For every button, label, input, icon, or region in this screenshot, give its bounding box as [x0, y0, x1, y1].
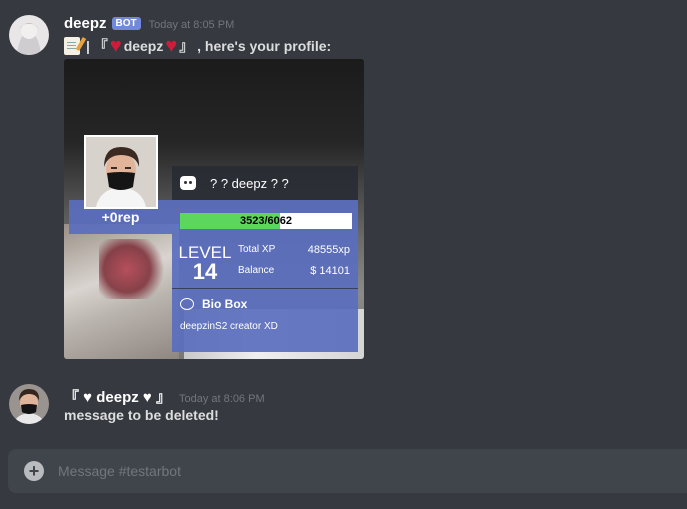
- message-1: deepz BOT Today at 8:05 PM | 『 ♥ deepz ♥…: [0, 0, 687, 370]
- author-name[interactable]: 『 ♥ deepz ♥ 』: [64, 386, 171, 407]
- author-name[interactable]: deepz: [64, 15, 107, 32]
- profile-card-image[interactable]: +0rep ? ? deepz ? ? 3523/6062 LEVEL 14 T…: [64, 59, 364, 359]
- content-prefix: | 『: [86, 38, 108, 54]
- timestamp: Today at 8:06 PM: [179, 393, 265, 405]
- message-header: deepz BOT Today at 8:05 PM: [64, 15, 234, 32]
- balance-label: Balance: [238, 265, 275, 276]
- level-number: 14: [192, 259, 218, 284]
- message-composer: +: [8, 449, 687, 493]
- bio-text: deepzinS2 creator XD: [180, 321, 278, 332]
- profile-display-name: ? ? deepz ? ?: [210, 175, 289, 191]
- total-xp-label: Total XP: [238, 244, 276, 255]
- balance-value: $ 14101: [310, 265, 350, 277]
- user-avatar[interactable]: [9, 384, 49, 424]
- stats-panel: 3523/6062 LEVEL 14 Total XP 48555xp Bala…: [172, 200, 358, 288]
- bio-title-row: Bio Box: [180, 297, 247, 311]
- bio-title: Bio Box: [202, 297, 248, 311]
- total-xp-value: 48555xp: [307, 244, 350, 256]
- add-attachment-button[interactable]: +: [24, 461, 44, 481]
- message-content: | 『 ♥ deepz ♥ 』 , here's your profile:: [64, 36, 331, 56]
- xp-progress-bar: 3523/6062: [180, 213, 352, 229]
- message-2: 『 ♥ deepz ♥ 』 Today at 8:06 PM message t…: [0, 370, 687, 430]
- heart-icon: ♥: [165, 35, 178, 57]
- message-header: 『 ♥ deepz ♥ 』 Today at 8:06 PM: [64, 386, 265, 407]
- content-suffix: 』 , here's your profile:: [179, 38, 332, 54]
- background-photo-detail: [99, 239, 169, 299]
- bot-badge: BOT: [111, 17, 141, 30]
- xp-progress-text: 3523/6062: [240, 215, 292, 227]
- bot-avatar[interactable]: [9, 15, 49, 55]
- bio-box: Bio Box deepzinS2 creator XD: [172, 289, 358, 352]
- profile-picture: [84, 135, 158, 209]
- memo-icon: [64, 37, 80, 55]
- content-name: deepz: [123, 38, 164, 54]
- discord-icon: [180, 176, 196, 190]
- speech-bubble-icon: [180, 298, 194, 310]
- heart-icon: ♥: [109, 35, 122, 57]
- message-input[interactable]: [58, 459, 658, 483]
- message-content: message to be deleted!: [64, 407, 219, 423]
- profile-name-bar: ? ? deepz ? ?: [172, 166, 358, 200]
- panel-divider: [172, 288, 358, 289]
- timestamp: Today at 8:05 PM: [148, 19, 235, 31]
- rep-count: +0rep: [101, 209, 140, 225]
